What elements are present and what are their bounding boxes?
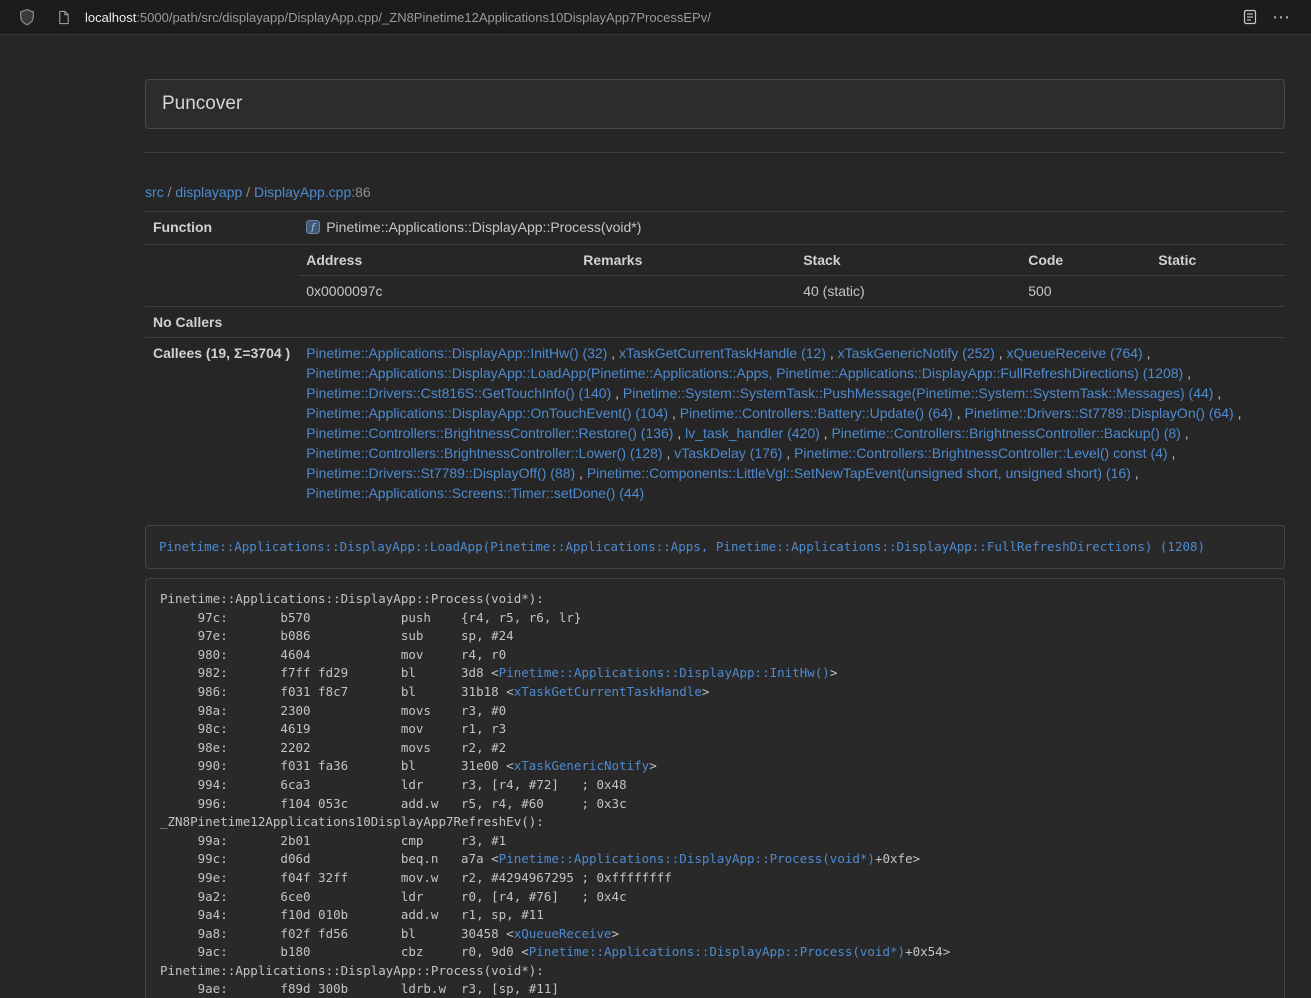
callee-link[interactable]: Pinetime::Controllers::BrightnessControl… <box>831 425 1180 441</box>
callee-link[interactable]: xTaskGetCurrentTaskHandle (12) <box>619 345 826 361</box>
metrics-header-row: Address Remarks Stack Code Static <box>298 245 1285 276</box>
breadcrumb-separator: / <box>164 184 176 200</box>
callee-separator: , <box>607 345 619 361</box>
callee-separator: , <box>995 345 1007 361</box>
page-icon <box>50 10 77 25</box>
callee-separator: , <box>1131 465 1139 481</box>
callee-link[interactable]: Pinetime::Applications::Screens::Timer::… <box>306 485 644 501</box>
callee-link[interactable]: Pinetime::Drivers::St7789::DisplayOn() (… <box>965 405 1234 421</box>
callee-separator: , <box>953 405 965 421</box>
callee-link[interactable]: Pinetime::Applications::DisplayApp::OnTo… <box>306 405 668 421</box>
callee-link[interactable]: Pinetime::Controllers::BrightnessControl… <box>306 425 673 441</box>
callee-link[interactable]: xTaskGenericNotify (252) <box>838 345 995 361</box>
disassembly-code: Pinetime::Applications::DisplayApp::Proc… <box>145 578 1285 998</box>
selected-symbol-link[interactable]: Pinetime::Applications::DisplayApp::Load… <box>159 539 1205 554</box>
stack-value: 40 (static) <box>795 276 1020 307</box>
no-callers-label: No Callers <box>145 307 298 338</box>
static-value <box>1150 276 1285 307</box>
function-name: Pinetime::Applications::DisplayApp::Proc… <box>326 219 641 235</box>
callee-link[interactable]: Pinetime::Drivers::Cst816S::GetTouchInfo… <box>306 385 611 401</box>
code-symbol-link[interactable]: xQueueReceive <box>514 926 612 941</box>
callee-separator: , <box>668 405 680 421</box>
callees-list: Pinetime::Applications::DisplayApp::Init… <box>298 338 1285 509</box>
callee-link[interactable]: Pinetime::Drivers::St7789::DisplayOff() … <box>306 465 575 481</box>
callee-separator: , <box>1234 405 1242 421</box>
callee-separator: , <box>1213 385 1221 401</box>
function-table: Function f Pinetime::Applications::Displ… <box>145 211 1285 508</box>
breadcrumb-link-src[interactable]: src <box>145 184 164 200</box>
callee-separator: , <box>1143 345 1151 361</box>
address-value: 0x0000097c <box>298 276 575 307</box>
browser-toolbar: localhost:5000/path/src/displayapp/Displ… <box>0 0 1311 35</box>
metrics-value-row: 0x0000097c 40 (static) 500 <box>298 276 1285 307</box>
breadcrumb-links: src / displayapp / DisplayApp.cpp <box>145 184 351 200</box>
callee-separator: , <box>820 425 832 441</box>
callee-link[interactable]: Pinetime::Components::LittleVgl::SetNewT… <box>587 465 1131 481</box>
url-text: localhost:5000/path/src/displayapp/Displ… <box>85 10 711 25</box>
metrics-cell: Address Remarks Stack Code Static 0x0000… <box>298 245 1285 307</box>
callee-separator: , <box>663 445 675 461</box>
callee-separator: , <box>1183 365 1191 381</box>
callee-separator: , <box>611 385 623 401</box>
callee-link[interactable]: Pinetime::Controllers::BrightnessControl… <box>794 445 1167 461</box>
callee-link[interactable]: lv_task_handler (420) <box>685 425 820 441</box>
address-bar[interactable]: localhost:5000/path/src/displayapp/Displ… <box>50 10 711 25</box>
selected-symbol-box: Pinetime::Applications::DisplayApp::Load… <box>145 525 1285 569</box>
overflow-menu-icon[interactable]: ⋯ <box>1264 7 1299 28</box>
metrics-table: Address Remarks Stack Code Static 0x0000… <box>298 245 1285 306</box>
code-symbol-link[interactable]: Pinetime::Applications::DisplayApp::Init… <box>499 665 830 680</box>
metrics-row-spacer <box>145 245 298 307</box>
callee-link[interactable]: Pinetime::Controllers::BrightnessControl… <box>306 445 662 461</box>
table-row-function: Function f Pinetime::Applications::Displ… <box>145 212 1285 245</box>
column-header-remarks: Remarks <box>575 245 795 276</box>
callee-separator: , <box>1168 445 1176 461</box>
url-path: :5000/path/src/displayapp/DisplayApp.cpp… <box>136 10 711 25</box>
page-content: Puncover src / displayapp / DisplayApp.c… <box>145 35 1285 998</box>
code-value: 500 <box>1020 276 1150 307</box>
divider <box>145 152 1285 153</box>
callee-link[interactable]: xQueueReceive (764) <box>1007 345 1143 361</box>
breadcrumb-link-displayapp-cpp[interactable]: DisplayApp.cpp <box>254 184 351 200</box>
code-symbol-link[interactable]: xTaskGenericNotify <box>514 758 649 773</box>
code-symbol-link[interactable]: Pinetime::Applications::DisplayApp::Proc… <box>529 944 905 959</box>
reader-mode-icon[interactable] <box>1236 9 1264 25</box>
table-row-no-callers: No Callers <box>145 307 1285 338</box>
callee-link[interactable]: vTaskDelay (176) <box>674 445 782 461</box>
callee-link[interactable]: Pinetime::System::SystemTask::PushMessag… <box>623 385 1214 401</box>
column-header-static: Static <box>1150 245 1285 276</box>
callee-separator: , <box>673 425 685 441</box>
column-header-code: Code <box>1020 245 1150 276</box>
function-icon: f <box>306 219 320 239</box>
callee-separator: , <box>1181 425 1189 441</box>
remarks-value <box>575 276 795 307</box>
no-callers-cell <box>298 307 1285 338</box>
code-symbol-link[interactable]: Pinetime::Applications::DisplayApp::Proc… <box>499 851 875 866</box>
column-header-address: Address <box>298 245 575 276</box>
url-host: localhost <box>85 10 136 25</box>
page-title: Puncover <box>162 93 1268 115</box>
callee-separator: , <box>826 345 838 361</box>
breadcrumb-link-displayapp[interactable]: displayapp <box>175 184 242 200</box>
callee-link[interactable]: Pinetime::Applications::DisplayApp::Init… <box>306 345 607 361</box>
function-row-label: Function <box>145 212 298 245</box>
callee-link[interactable]: Pinetime::Controllers::Battery::Update()… <box>680 405 953 421</box>
code-symbol-link[interactable]: xTaskGetCurrentTaskHandle <box>514 684 702 699</box>
column-header-stack: Stack <box>795 245 1020 276</box>
puncover-header-panel: Puncover <box>145 79 1285 129</box>
shield-icon[interactable] <box>12 8 42 26</box>
table-row-callees: Callees (19, Σ=3704 ) Pinetime::Applicat… <box>145 338 1285 509</box>
table-row-metrics: Address Remarks Stack Code Static 0x0000… <box>145 245 1285 307</box>
breadcrumb-separator: / <box>242 184 254 200</box>
breadcrumb-line-number: :86 <box>351 184 370 200</box>
callee-link[interactable]: Pinetime::Applications::DisplayApp::Load… <box>306 365 1183 381</box>
callees-label: Callees (19, Σ=3704 ) <box>145 338 298 509</box>
callee-separator: , <box>575 465 587 481</box>
callee-separator: , <box>782 445 794 461</box>
breadcrumb: src / displayapp / DisplayApp.cpp:86 <box>145 182 1285 202</box>
function-cell: f Pinetime::Applications::DisplayApp::Pr… <box>298 212 1285 245</box>
